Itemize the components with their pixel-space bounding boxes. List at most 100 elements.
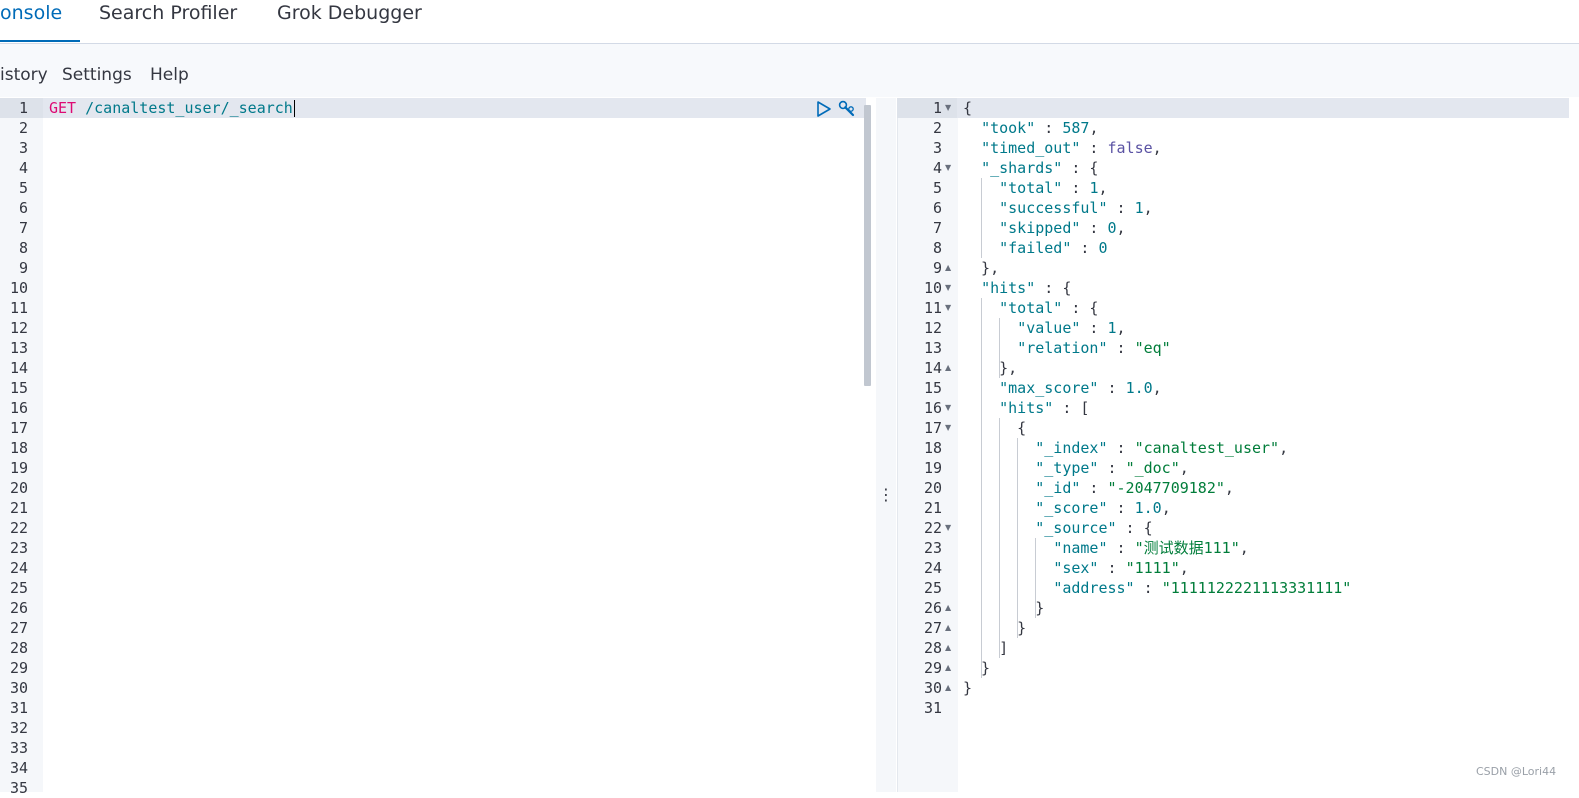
code-token: : — [1080, 219, 1108, 237]
fold-open-icon[interactable]: ▼ — [945, 398, 953, 418]
fold-close-icon[interactable]: ▲ — [945, 358, 953, 378]
top-tab-bar: onsole Search Profiler Grok Debugger — [0, 0, 1579, 44]
code-token: , — [1098, 179, 1108, 197]
fold-close-icon[interactable]: ▲ — [945, 678, 953, 698]
request-line-number: 12 — [9, 319, 28, 337]
menu-settings[interactable]: Settings — [62, 64, 132, 86]
fold-close-icon[interactable]: ▲ — [945, 258, 953, 278]
code-token: : — [1107, 439, 1135, 457]
pane-divider — [876, 98, 896, 792]
request-line-number: 9 — [18, 259, 28, 277]
response-code-line: } — [963, 598, 1044, 618]
fold-open-icon[interactable]: ▼ — [945, 98, 953, 118]
code-token: "timed_out" — [981, 139, 1081, 157]
fold-open-icon[interactable]: ▼ — [945, 418, 953, 438]
request-line-number: 1 — [18, 99, 28, 117]
request-line-number: 35 — [9, 779, 28, 797]
code-token: "hits" — [981, 279, 1036, 297]
request-line-number: 7 — [18, 219, 28, 237]
code-token: "1111122221113331111" — [1161, 579, 1352, 597]
request-line-number: 32 — [9, 719, 28, 737]
code-token: "successful" — [999, 199, 1108, 217]
code-token: , — [1152, 379, 1162, 397]
request-editor-scrollbar[interactable] — [864, 105, 871, 386]
code-token: "_index" — [1035, 439, 1108, 457]
code-token: : — [1098, 559, 1126, 577]
tab-search-profiler[interactable]: Search Profiler — [99, 0, 237, 42]
code-token: : — [1134, 579, 1162, 597]
code-token: , — [1179, 459, 1189, 477]
request-line-number: 17 — [9, 419, 28, 437]
code-token: "total" — [999, 299, 1063, 317]
request-line-number: 16 — [9, 399, 28, 417]
request-line-number: 8 — [18, 239, 28, 257]
text-cursor — [293, 100, 295, 117]
code-token: : — [1080, 479, 1108, 497]
response-code-line: } — [963, 658, 990, 678]
fold-open-icon[interactable]: ▼ — [945, 518, 953, 538]
wrench-icon[interactable] — [838, 100, 856, 118]
code-token: "skipped" — [999, 219, 1081, 237]
fold-open-icon[interactable]: ▼ — [945, 278, 953, 298]
response-active-line — [957, 98, 1569, 118]
response-code-line: } — [963, 618, 1026, 638]
fold-open-icon[interactable]: ▼ — [945, 158, 953, 178]
code-token: false — [1107, 139, 1153, 157]
response-code-line: "hits" : { — [963, 278, 1071, 298]
request-method: GET — [49, 99, 77, 117]
code-token: "eq" — [1134, 339, 1171, 357]
code-token: "_type" — [1035, 459, 1099, 477]
console-menu-bar — [0, 44, 1579, 97]
response-line-number: 6 — [932, 199, 942, 217]
response-code-line: "took" : 587, — [963, 118, 1098, 138]
response-code-line: "max_score" : 1.0, — [963, 378, 1162, 398]
request-line-number: 18 — [9, 439, 28, 457]
response-line-number: 29 — [923, 659, 942, 677]
response-code-line: }, — [963, 258, 999, 278]
response-line-number: 11 — [923, 299, 942, 317]
code-token: , — [1224, 479, 1234, 497]
response-line-number: 10 — [923, 279, 942, 297]
code-token: { — [963, 419, 1027, 437]
code-token: 0 — [1098, 239, 1108, 257]
code-token: "测试数据111" — [1134, 539, 1240, 557]
code-token: "_id" — [1035, 479, 1081, 497]
request-line-number: 10 — [9, 279, 28, 297]
watermark: CSDN @Lori44 — [1476, 765, 1557, 778]
code-token: : { — [1062, 159, 1099, 177]
request-editor-input[interactable]: GET /canaltest_user/_search — [49, 98, 295, 118]
pane-resize-handle[interactable]: ⋮ — [878, 485, 894, 505]
request-line-number: 5 — [18, 179, 28, 197]
response-code-line: ] — [963, 638, 1008, 658]
fold-close-icon[interactable]: ▲ — [945, 598, 953, 618]
fold-close-icon[interactable]: ▲ — [945, 638, 953, 658]
response-code-line: "_source" : { — [963, 518, 1152, 538]
code-token: "_doc" — [1125, 459, 1180, 477]
code-token: , — [1089, 119, 1099, 137]
play-icon[interactable] — [815, 100, 833, 118]
menu-help[interactable]: Help — [150, 64, 189, 86]
response-code-line: "value" : 1, — [963, 318, 1125, 338]
menu-history[interactable]: istory — [0, 64, 48, 86]
code-token: "canaltest_user" — [1134, 439, 1280, 457]
code-token: "name" — [1053, 539, 1108, 557]
code-token: : — [1080, 319, 1108, 337]
code-token: } — [963, 659, 991, 677]
response-line-number: 5 — [932, 179, 942, 197]
fold-close-icon[interactable]: ▲ — [945, 658, 953, 678]
tab-console[interactable]: onsole — [0, 0, 62, 42]
response-code-line: } — [963, 678, 972, 698]
fold-open-icon[interactable]: ▼ — [945, 298, 953, 318]
code-token: : — [1035, 119, 1063, 137]
tab-grok-debugger[interactable]: Grok Debugger — [277, 0, 422, 42]
response-code-line: "skipped" : 0, — [963, 218, 1125, 238]
response-code-line: "total" : { — [963, 298, 1098, 318]
fold-close-icon[interactable]: ▲ — [945, 618, 953, 638]
